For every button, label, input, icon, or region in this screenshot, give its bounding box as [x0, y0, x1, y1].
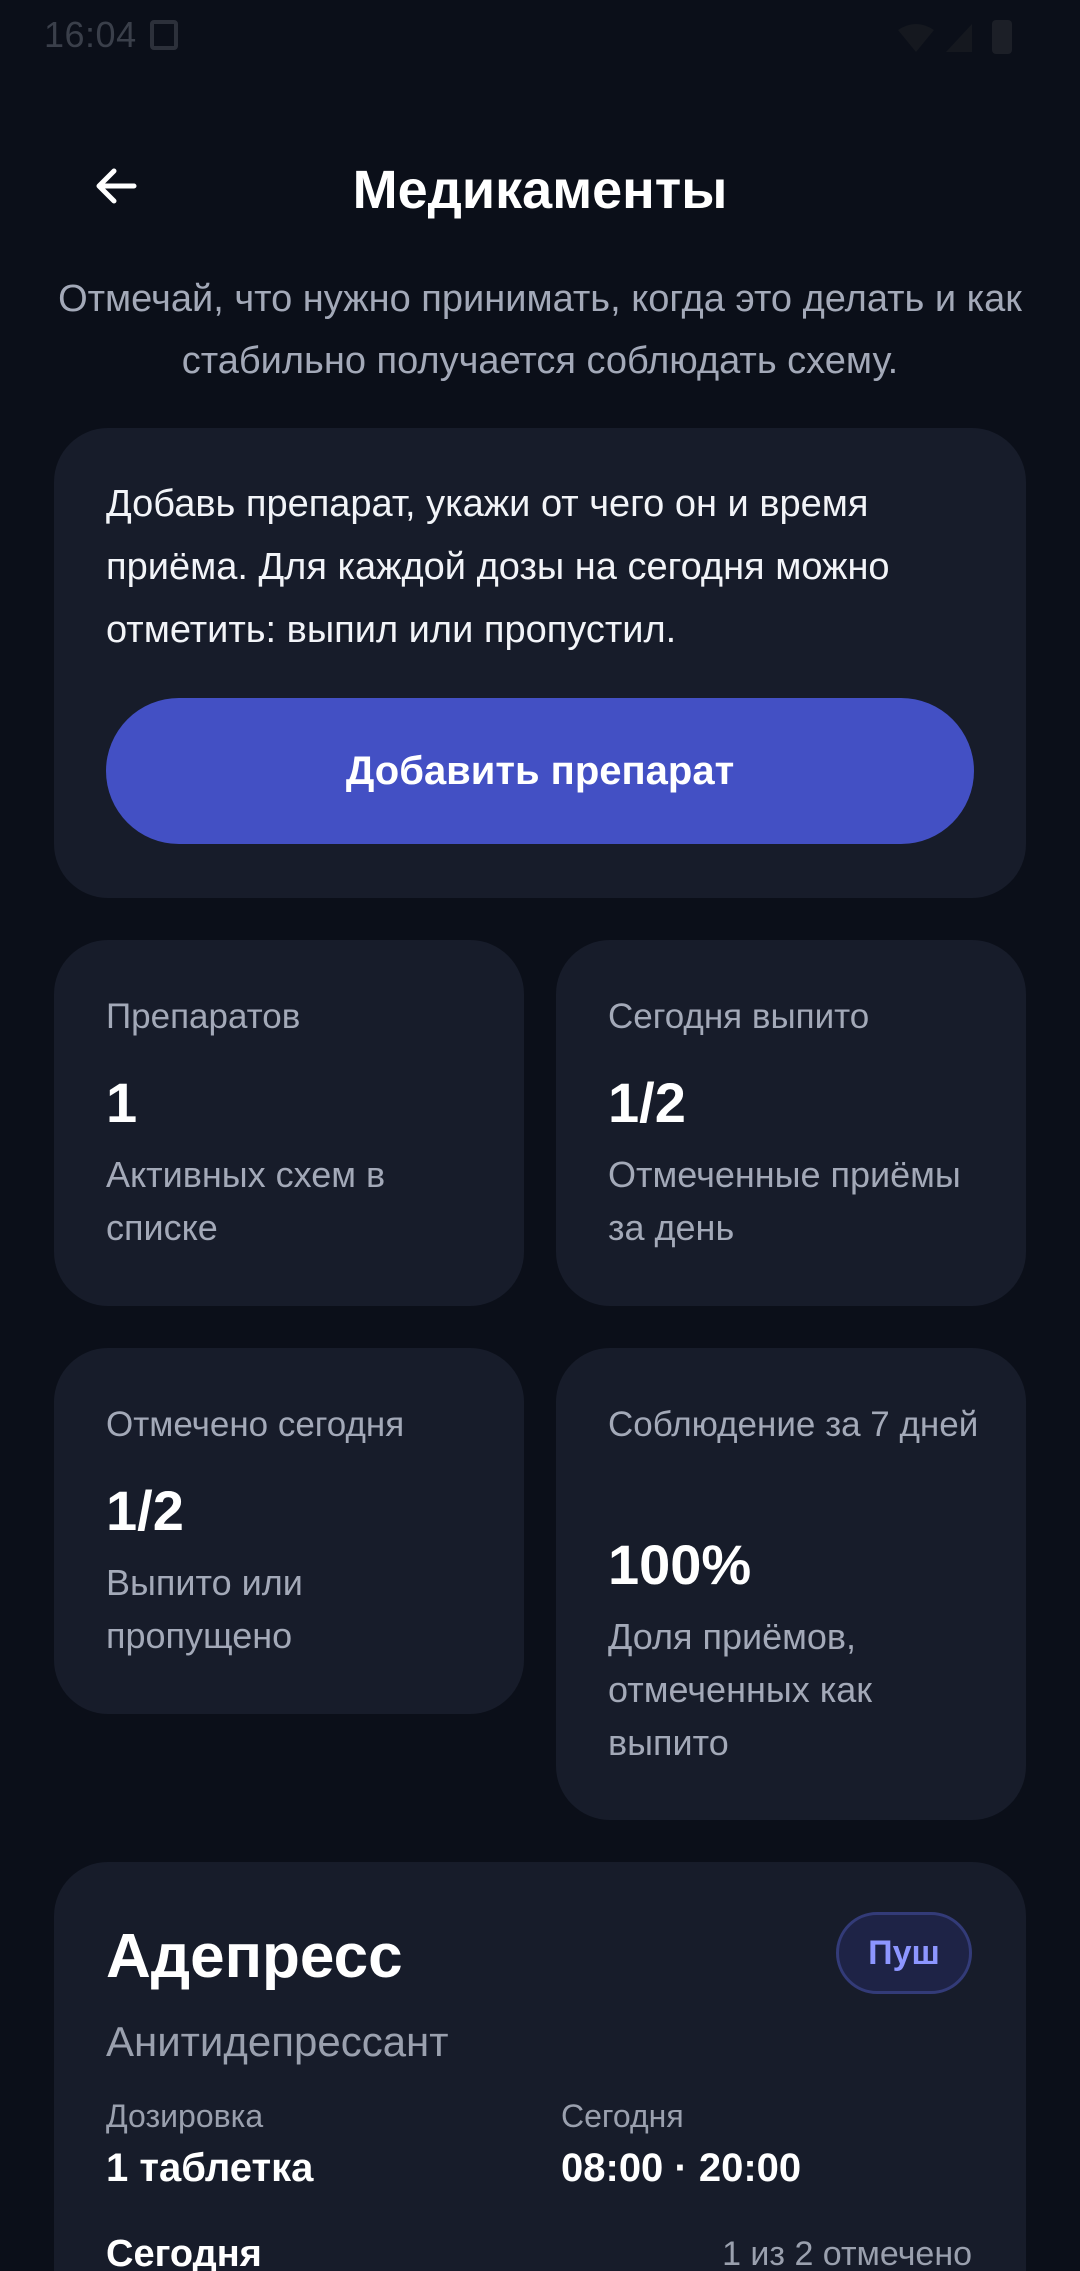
schedule-value: 08:00 · 20:00	[561, 2146, 802, 2190]
stat-card-adherence: Соблюдение за 7 дней 100% Доля приёмов, …	[556, 1348, 1026, 1820]
medication-card[interactable]: Адепресс Пуш Анитидепрессант Дозировка 1…	[54, 1862, 1026, 2271]
today-heading: Сегодня	[106, 2233, 262, 2271]
stat-label: Препаратов	[106, 997, 301, 1036]
status-time: 16:04	[44, 14, 137, 55]
status-bar: 16:04	[0, 0, 1080, 72]
stat-description: Доля приёмов, отмеченных как выпито	[608, 1616, 873, 1763]
stat-value: 1/2	[608, 1071, 686, 1134]
today-progress: 1 из 2 отмечено	[722, 2235, 972, 2271]
stat-card-taken-today: Сегодня выпито 1/2 Отмеченные приёмы за …	[556, 940, 1026, 1306]
battery-icon	[992, 20, 1012, 54]
schedule-label: Сегодня	[561, 2098, 684, 2134]
dosage-value: 1 таблетка	[106, 2146, 314, 2190]
stat-description: Активных схем в списке	[106, 1154, 386, 1248]
stat-card-medications: Препаратов 1 Активных схем в списке	[54, 940, 524, 1306]
add-medication-button[interactable]: Добавить препарат	[106, 698, 974, 844]
intro-card: Добавь препарат, укажи от чего он и врем…	[54, 428, 1026, 898]
stat-value: 1/2	[106, 1479, 184, 1542]
medication-name: Адепресс	[106, 1922, 403, 1991]
stat-label: Сегодня выпито	[608, 997, 870, 1036]
screen-icon	[150, 20, 178, 50]
wifi-icon	[898, 24, 934, 52]
stat-label: Отмечено сегодня	[106, 1405, 405, 1444]
status-icons	[896, 18, 1036, 58]
arrow-left-icon	[96, 168, 137, 204]
medications-screen: 16:04 Медикаменты Отмечай, что нужно при…	[0, 0, 1080, 2271]
intro-text: Добавь препарат, укажи от чего он и врем…	[106, 483, 890, 651]
stat-value: 1	[106, 1071, 138, 1134]
dosage-label: Дозировка	[106, 2098, 264, 2134]
page-title: Медикаменты	[352, 160, 728, 220]
stat-label: Соблюдение за 7 дней	[608, 1405, 979, 1444]
stat-card-marked-today: Отмечено сегодня 1/2 Выпито или пропущен…	[54, 1348, 524, 1714]
back-button[interactable]	[80, 150, 152, 222]
stat-description: Выпито или пропущено	[106, 1562, 303, 1656]
medication-category: Анитидепрессант	[106, 2018, 449, 2065]
stat-value: 100%	[608, 1533, 752, 1596]
push-badge[interactable]: Пуш	[836, 1912, 972, 1994]
stat-description: Отмеченные приёмы за день	[608, 1154, 961, 1248]
signal-icon	[946, 24, 972, 52]
page-subtitle: Отмечай, что нужно принимать, когда это …	[58, 278, 1022, 382]
